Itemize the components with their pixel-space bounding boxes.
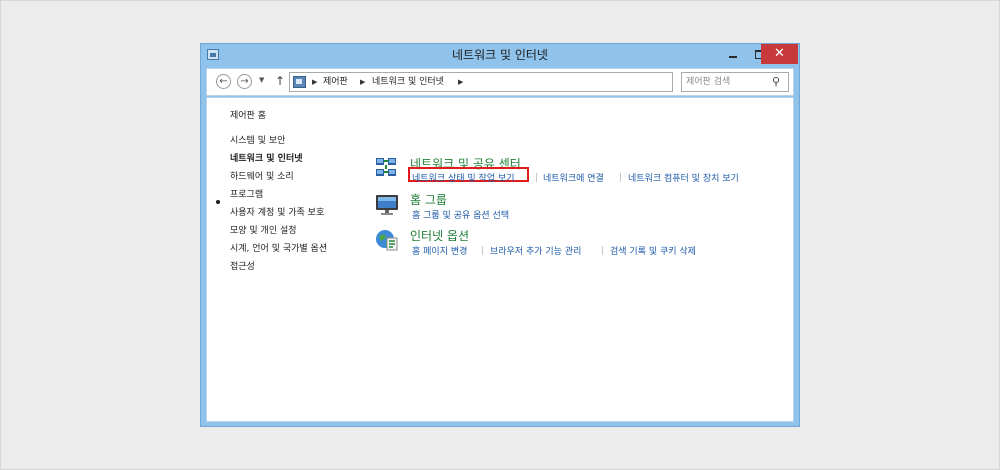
close-icon: ✕ — [774, 46, 785, 61]
sidebar-item-clock-language-region[interactable]: 시계, 언어 및 국가별 옵션 — [230, 241, 327, 254]
breadcrumb-control-panel[interactable]: 제어판 — [323, 73, 348, 91]
change-home-page-link[interactable]: 홈 페이지 변경 — [412, 244, 467, 257]
delete-history-cookies-link[interactable]: 검색 기록 및 쿠키 삭제 — [610, 244, 696, 257]
sidebar-item-hardware-sound[interactable]: 하드웨어 및 소리 — [230, 169, 294, 182]
internet-options-icon[interactable] — [375, 229, 399, 251]
active-item-bullet — [216, 200, 220, 204]
view-network-status-link[interactable]: 네트워크 상태 및 작업 보기 — [412, 171, 515, 184]
link-divider — [602, 246, 603, 255]
chevron-down-icon: ▼ — [259, 76, 265, 84]
view-network-computers-link[interactable]: 네트워크 컴퓨터 및 장치 보기 — [628, 171, 739, 184]
sidebar-item-network-internet[interactable]: 네트워크 및 인터넷 — [230, 151, 303, 164]
content-pane: 제어판 홈 시스템 및 보안 네트워크 및 인터넷 하드웨어 및 소리 프로그램… — [206, 97, 794, 422]
link-divider — [536, 173, 537, 182]
control-panel-window: 네트워크 및 인터넷 ✕ ← → ▼ ↑ ▶ 제어판 ▶ 네트워크 및 인터넷 … — [200, 43, 800, 427]
sidebar-item-user-accounts[interactable]: 사용자 계정 및 가족 보호 — [230, 205, 324, 218]
homegroup-icon[interactable] — [375, 194, 399, 216]
sidebar-item-system-security[interactable]: 시스템 및 보안 — [230, 133, 285, 146]
internet-options-title[interactable]: 인터넷 옵션 — [410, 227, 469, 244]
link-divider — [482, 246, 483, 255]
link-divider — [620, 173, 621, 182]
recent-locations-button[interactable]: ▼ — [259, 76, 264, 84]
sidebar-item-appearance[interactable]: 모양 및 개인 설정 — [230, 223, 297, 236]
minimize-icon — [729, 55, 737, 58]
forward-arrow-icon: → — [240, 76, 249, 87]
breadcrumb-separator-icon[interactable]: ▶ — [360, 73, 365, 91]
connect-to-network-link[interactable]: 네트워크에 연결 — [543, 171, 604, 184]
sidebar-item-programs[interactable]: 프로그램 — [230, 187, 263, 200]
search-input[interactable] — [686, 73, 766, 91]
network-sharing-icon[interactable] — [375, 157, 399, 179]
control-panel-folder-icon — [293, 76, 306, 88]
sidebar-item-accessibility[interactable]: 접근성 — [230, 259, 255, 272]
close-button[interactable]: ✕ — [761, 44, 798, 64]
breadcrumb-network-internet[interactable]: 네트워크 및 인터넷 — [372, 73, 444, 91]
forward-button[interactable]: → — [237, 74, 252, 89]
breadcrumb-separator-icon[interactable]: ▶ — [458, 73, 463, 91]
homegroup-sharing-options-link[interactable]: 홈 그룹 및 공유 옵션 선택 — [412, 208, 509, 221]
navigation-bar: ← → ▼ ↑ ▶ 제어판 ▶ 네트워크 및 인터넷 ▶ ∨ ↻ ⚲ — [206, 68, 794, 96]
search-icon[interactable]: ⚲ — [772, 75, 780, 88]
title-bar[interactable]: 네트워크 및 인터넷 ✕ — [201, 44, 799, 66]
up-arrow-icon: ↑ — [275, 74, 286, 88]
minimize-button[interactable] — [720, 44, 746, 64]
sidebar-control-panel-home[interactable]: 제어판 홈 — [230, 108, 266, 121]
back-button[interactable]: ← — [216, 74, 231, 89]
address-bar[interactable]: ▶ 제어판 ▶ 네트워크 및 인터넷 ▶ ∨ ↻ — [289, 72, 751, 92]
window-title: 네트워크 및 인터넷 — [452, 48, 548, 62]
back-arrow-icon: ← — [219, 76, 228, 87]
up-button[interactable]: ↑ — [275, 74, 285, 88]
homegroup-title[interactable]: 홈 그룹 — [410, 191, 447, 208]
manage-browser-addons-link[interactable]: 브라우저 추가 기능 관리 — [490, 244, 581, 257]
search-box[interactable]: ⚲ — [681, 72, 789, 92]
breadcrumb-separator-icon[interactable]: ▶ — [312, 73, 317, 91]
